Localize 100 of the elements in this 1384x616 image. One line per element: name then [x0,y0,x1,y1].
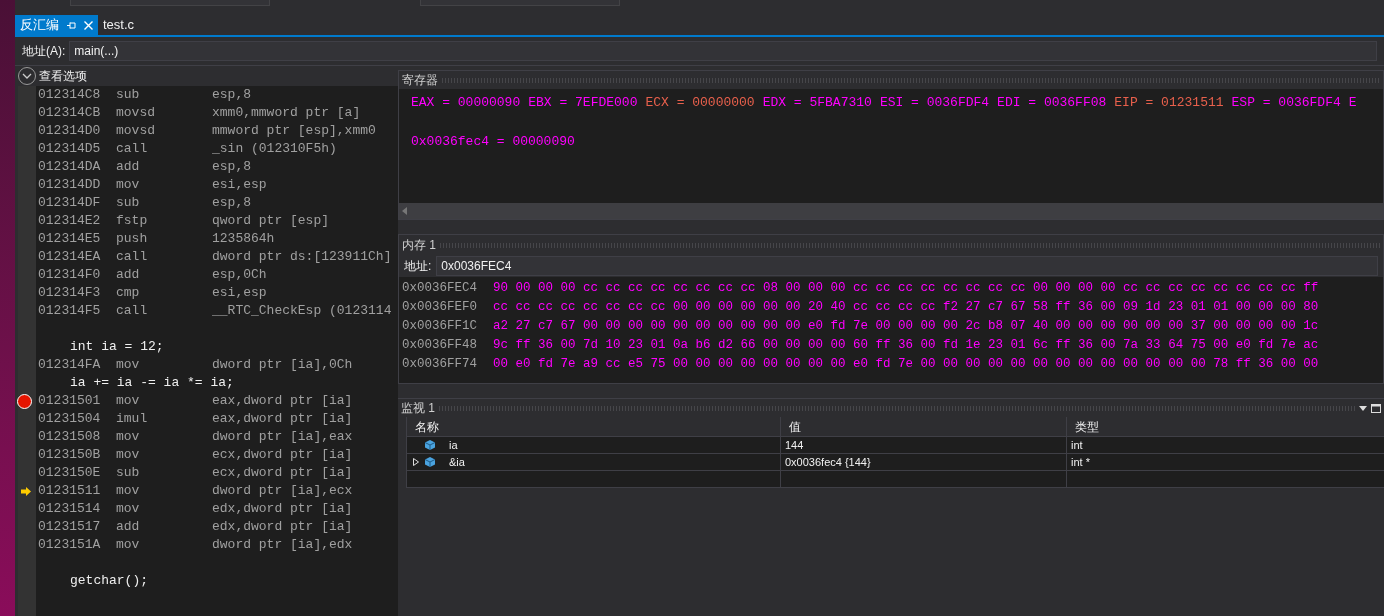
horizontal-scrollbar[interactable] [399,203,1383,219]
instruction-operand: _sin (012310F5h) [212,140,337,159]
instruction-address: 012314EA [37,248,102,267]
instruction-operand: ecx,dword ptr [ia] [212,446,353,465]
memory-expression: 0x0036fec4 = 00000090 [411,132,575,151]
source-line: getchar(); [69,572,148,591]
document-tab[interactable]: 反汇编 [15,15,98,35]
register-value: EIP = 01231511 [1114,94,1224,112]
instruction-address: 01231501 [37,392,102,411]
variable-name: &ia [449,455,465,470]
instruction-address: 012314DF [37,194,102,213]
instruction-address: 012314D5 [37,140,102,159]
register-value: ESI = 0036FDF4 [879,94,990,112]
address-label: 地址: [404,258,432,275]
register-value: E [1348,94,1357,112]
column-header[interactable]: 值 [780,417,1066,436]
scroll-left-icon[interactable] [402,207,408,215]
instruction-operand: esp,0Ch [212,266,267,285]
instruction-operand: xmm0,mmword ptr [a] [212,104,361,123]
memory-address: 0x0036FF1C [402,318,477,336]
instruction-mnemonic: mov [116,536,141,555]
instruction-mnemonic: movsd [116,122,156,141]
instruction-mnemonic: fstp [116,212,149,231]
instruction-operand: esi,esp [212,284,267,303]
memory-address: 0x0036FEC4 [402,280,477,298]
pin-icon[interactable] [67,20,76,30]
panel-title: 寄存器 [402,72,438,89]
address-field[interactable]: main(...) [69,41,1377,61]
variable-name: ia [449,438,458,453]
memory-bytes: 90 00 00 00 cc cc cc cc cc cc cc cc 08 00 00 00 cc cc cc cc cc cc cc cc 00 00 00 00 cc cc cc cc cc cc cc cc ff [493,280,1319,298]
register-value: ESP = 0036FDF4 [1231,94,1341,112]
instruction-address: 012314DA [37,158,102,177]
instruction-operand: edx,dword ptr [ia] [212,518,353,537]
source-line: ia += ia -= ia *= ia; [69,374,234,393]
instruction-mnemonic: sub [116,194,141,213]
instruction-mnemonic: add [116,158,141,177]
instruction-address: 012314DD [37,176,102,195]
memory-bytes: a2 27 c7 67 00 00 00 00 00 00 00 00 00 00 e0 fd 7e 00 00 00 00 2c b8 07 40 00 00 00 00 00 00 37 00 00 00 00 1c [493,318,1319,336]
register-value: EAX = 00000090 [411,94,521,112]
memory-bytes: 00 e0 fd 7e a9 cc e5 75 00 00 00 00 00 00 00 00 e0 fd 7e 00 00 00 00 00 00 00 00 00 00 00 00 00 78 ff 36 00 00 [493,356,1319,374]
instruction-operand: eax,dword ptr [ia] [212,392,353,411]
column-header[interactable]: 名称 [406,417,780,436]
instruction-operand: edx,dword ptr [ia] [212,500,353,519]
instruction-mnemonic: mov [116,176,141,195]
variable-value: 144 [780,437,1066,454]
instruction-mnemonic: mov [116,392,141,411]
instruction-operand: qword ptr [esp] [212,212,330,231]
instruction-mnemonic: mov [116,428,141,447]
instruction-operand: esp,8 [212,194,251,213]
register-value: EDI = 0036FF08 [997,94,1107,112]
instruction-operand: mmword ptr [esp],xmm0 [212,122,376,141]
instruction-operand: dword ptr [ia],edx [212,536,353,555]
instruction-address: 0123150E [37,464,102,483]
close-icon[interactable] [84,20,93,30]
memory-bytes: 9c ff 36 00 7d 10 23 01 0a b6 d2 66 00 00 00 00 60 ff 36 00 fd 1e 23 01 6c ff 36 00 7a 33 64 75 00 e0 fd 7e ac [493,337,1319,355]
cube-icon [425,457,435,468]
address-field[interactable]: 0x0036FEC4 [436,256,1378,276]
view-options-label[interactable]: 查看选项 [39,67,87,85]
instruction-address: 01231511 [37,482,102,501]
instruction-address: 0123151A [37,536,102,555]
instruction-operand: ecx,dword ptr [ia] [212,464,353,483]
instruction-mnemonic: push [116,230,149,249]
instruction-operand: esp,8 [212,158,251,177]
instruction-mnemonic: mov [116,500,141,519]
memory-address: 0x0036FEF0 [402,299,477,317]
maximize-icon[interactable] [1371,403,1381,413]
instruction-address: 01231517 [37,518,102,537]
instruction-mnemonic: movsd [116,104,156,123]
variable-type: int [1066,437,1384,454]
column-header[interactable]: 类型 [1066,417,1384,436]
dropdown-icon[interactable] [1359,405,1367,411]
instruction-operand: eax,dword ptr [ia] [212,410,353,429]
instruction-operand: 1235864h [212,230,275,249]
register-value: EBX = 7EFDE000 [528,94,638,112]
instruction-mnemonic: mov [116,482,141,501]
instruction-address: 012314C8 [37,86,102,105]
instruction-address: 012314FA [37,356,102,375]
document-tab[interactable]: test.c [98,15,140,35]
cube-icon [425,440,435,451]
expand-icon[interactable] [413,458,419,467]
address-label: 地址(A): [22,43,66,60]
memory-bytes: cc cc cc cc cc cc cc cc 00 00 00 00 00 00 20 40 cc cc cc cc f2 27 c7 67 58 ff 36 00 09 1d 23 01 01 00 00 00 80 [493,299,1319,317]
instruction-address: 01231504 [37,410,102,429]
memory-address: 0x0036FF74 [402,356,477,374]
instruction-mnemonic: add [116,518,141,537]
panel-title: 监视 1 [401,400,435,417]
instruction-address: 012314CB [37,104,102,123]
variable-type: int * [1066,454,1384,471]
instruction-mnemonic: call [116,248,149,267]
source-line: int ia = 12; [69,338,164,357]
instruction-mnemonic: cmp [116,284,141,303]
register-value: ECX = 00000000 [645,94,755,112]
instruction-mnemonic: mov [116,446,141,465]
instruction-operand: esi,esp [212,176,267,195]
instruction-operand: dword ptr [ia],eax [212,428,353,447]
panel-title: 内存 1 [402,237,436,254]
register-value: EDX = 5FBA7310 [762,94,872,112]
instruction-mnemonic: sub [116,464,141,483]
instruction-operand: dword ptr [ia],ecx [212,482,353,501]
instruction-mnemonic: call [116,302,149,321]
